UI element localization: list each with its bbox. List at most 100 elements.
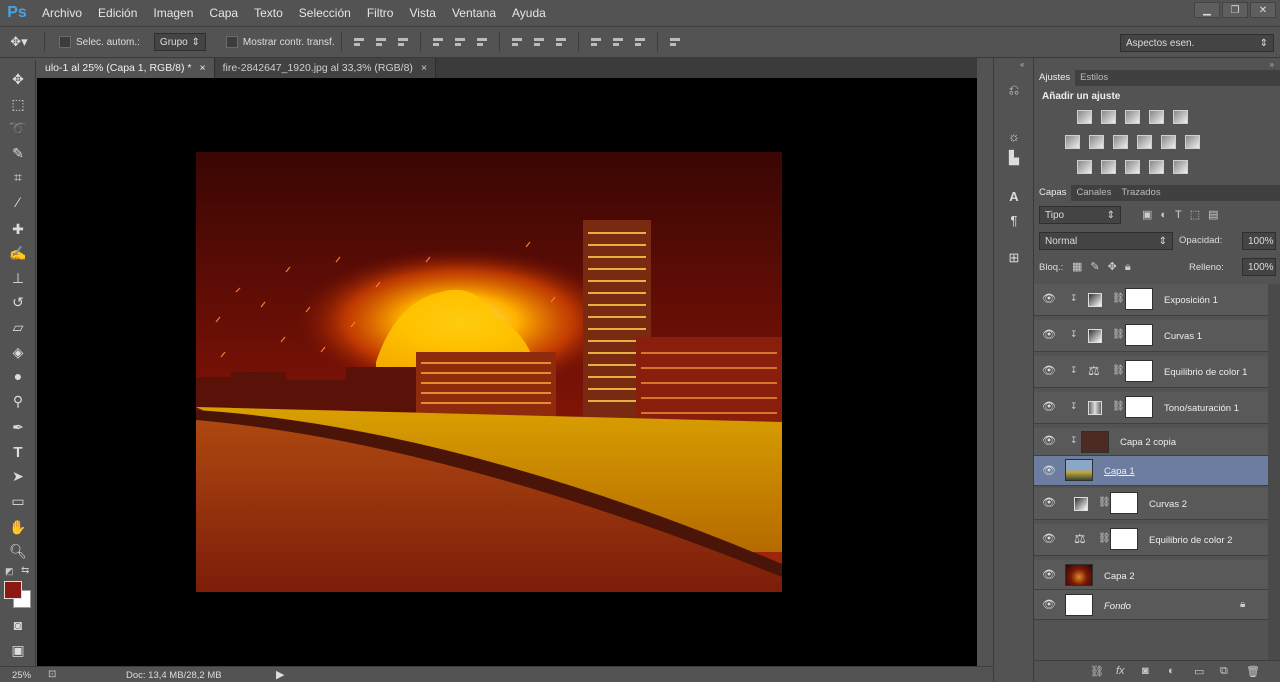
swap-colors-icon[interactable]: ⇆ — [21, 565, 29, 576]
new-adjustment-icon[interactable]: ◐ — [1168, 665, 1175, 677]
visibility-eye-icon[interactable]: 👁︎ — [1042, 366, 1056, 377]
auto-select-checkbox[interactable] — [59, 36, 71, 48]
layer-thumbnail[interactable] — [1065, 459, 1093, 481]
align-right-icon[interactable] — [475, 35, 489, 49]
history-brush-tool-icon[interactable]: ↺ — [6, 291, 30, 313]
layer-name[interactable]: Capa 2 — [1104, 571, 1135, 582]
photo-filter-icon[interactable] — [1137, 135, 1152, 149]
invert-icon[interactable] — [1077, 160, 1092, 174]
align-top-icon[interactable] — [352, 35, 366, 49]
selective-color-icon[interactable] — [1149, 160, 1164, 174]
zoom-level[interactable]: 25% — [12, 670, 31, 681]
menu-archivo[interactable]: Archivo — [34, 0, 90, 26]
dodge-tool-icon[interactable]: ⚲ — [6, 390, 30, 412]
color-lookup-icon[interactable] — [1185, 135, 1200, 149]
transform-controls-checkbox[interactable] — [225, 36, 238, 48]
channel-mixer-icon[interactable] — [1161, 135, 1176, 149]
layer-style-icon[interactable]: fx — [1116, 665, 1125, 677]
marquee-tool-icon[interactable]: ⬚ — [6, 93, 30, 115]
align-left-icon[interactable] — [431, 35, 445, 49]
paragraph-panel-icon[interactable]: ¶ — [1002, 210, 1026, 230]
tab-capas[interactable]: Capas — [1034, 185, 1072, 201]
layer-row[interactable]: 👁︎ ↧ ⛓︎ Exposición 1 — [1034, 284, 1268, 316]
tab-canales[interactable]: Canales — [1071, 185, 1116, 201]
link-chain-icon[interactable]: ⛓︎ — [1112, 293, 1125, 304]
zoom-tool-icon[interactable]: 🔍︎ — [6, 540, 30, 562]
pen-tool-icon[interactable]: ✒ — [6, 416, 30, 438]
healing-brush-tool-icon[interactable]: ✚ — [6, 218, 30, 240]
layer-mask-thumbnail[interactable] — [1125, 396, 1153, 418]
clone-stamp-tool-icon[interactable]: ⊥ — [6, 267, 30, 289]
posterize-icon[interactable] — [1101, 160, 1116, 174]
minimize-button[interactable]: ▁ — [1194, 2, 1220, 18]
tool-presets-panel-icon[interactable]: ⊞ — [1002, 248, 1026, 268]
layer-mask-thumbnail[interactable] — [1125, 288, 1153, 310]
eyedropper-tool-icon[interactable]: ⁄ — [6, 191, 30, 213]
brush-tool-icon[interactable]: ✍ — [6, 242, 30, 264]
workspace-dropdown[interactable]: Aspectos esen. ⇕ — [1120, 34, 1274, 52]
gradient-map-icon[interactable] — [1173, 160, 1188, 174]
layer-thumbnail[interactable] — [1065, 594, 1093, 616]
layer-row[interactable]: 👁︎ ↧ ⛓︎ Curvas 1 — [1034, 320, 1268, 352]
link-chain-icon[interactable]: ⛓︎ — [1098, 533, 1111, 544]
collapse-dock-icon[interactable]: « — [1020, 60, 1024, 69]
distribute-hcenter-icon[interactable] — [611, 35, 625, 49]
distribute-right-icon[interactable] — [633, 35, 647, 49]
align-vcenter-icon[interactable] — [374, 35, 388, 49]
black-white-icon[interactable] — [1113, 135, 1128, 149]
layer-row[interactable]: 👁︎ ⚖ ⛓︎ Equilibrio de color 2 — [1034, 524, 1268, 556]
move-tool-icon[interactable]: ✥ — [6, 68, 30, 90]
hue-saturation-icon[interactable] — [1065, 135, 1080, 149]
close-button[interactable]: ✕ — [1250, 2, 1276, 18]
crop-tool-icon[interactable]: ⌗ — [6, 166, 30, 188]
path-selection-tool-icon[interactable]: ➤ — [6, 465, 30, 487]
link-chain-icon[interactable]: ⛓︎ — [1098, 497, 1111, 508]
layer-name[interactable]: Equilibrio de color 2 — [1149, 535, 1232, 546]
align-hcenter-icon[interactable] — [453, 35, 467, 49]
visibility-eye-icon[interactable]: 👁︎ — [1042, 534, 1056, 545]
layer-mask-thumbnail[interactable] — [1110, 492, 1138, 514]
layer-row[interactable]: 👁︎ ↧ ⚖ ⛓︎ Equilibrio de color 1 — [1034, 356, 1268, 388]
shape-tool-icon[interactable]: ▭ — [6, 490, 30, 512]
restore-button[interactable]: ❐ — [1222, 2, 1248, 18]
layer-thumbnail[interactable] — [1081, 431, 1109, 453]
visibility-eye-icon[interactable]: 👁︎ — [1042, 402, 1056, 413]
distribute-bottom-icon[interactable] — [554, 35, 568, 49]
quick-mask-icon[interactable]: ◙ — [6, 614, 30, 636]
layers-scrollbar[interactable] — [1268, 284, 1280, 660]
vibrance-icon[interactable] — [1173, 110, 1188, 124]
visibility-eye-icon[interactable]: 👁︎ — [1042, 570, 1056, 581]
distribute-left-icon[interactable] — [589, 35, 603, 49]
layer-filter-icons[interactable]: ▣◐T⬚▤ — [1142, 208, 1227, 221]
adjustments-panel-icon[interactable]: ☼ — [1002, 126, 1026, 146]
link-chain-icon[interactable]: ⛓︎ — [1112, 365, 1125, 376]
layer-row[interactable]: 👁︎ ↧ ⛓︎ Tono/saturación 1 — [1034, 392, 1268, 424]
align-bottom-icon[interactable] — [396, 35, 410, 49]
hand-tool-icon[interactable]: ✋ — [6, 516, 30, 538]
curves-icon[interactable] — [1125, 110, 1140, 124]
tab-document-1[interactable]: ulo-1 al 25% (Capa 1, RGB/8) * × — [37, 58, 215, 78]
link-layers-icon[interactable]: ⛓︎ — [1090, 665, 1104, 678]
default-colors-icon[interactable]: ◩ — [5, 566, 14, 577]
color-balance-icon[interactable] — [1089, 135, 1104, 149]
brightness-contrast-icon[interactable] — [1077, 110, 1092, 124]
link-chain-icon[interactable]: ⛓︎ — [1112, 401, 1125, 412]
menu-ventana[interactable]: Ventana — [444, 0, 504, 26]
close-tab-icon[interactable]: × — [421, 58, 427, 78]
tab-document-2[interactable]: fire-2842647_1920.jpg al 33,3% (RGB/8) × — [214, 58, 437, 78]
menu-texto[interactable]: Texto — [246, 0, 291, 26]
visibility-eye-icon[interactable]: 👁︎ — [1042, 330, 1056, 341]
layer-mask-thumbnail[interactable] — [1125, 360, 1153, 382]
layer-thumbnail[interactable] — [1065, 564, 1093, 586]
blur-tool-icon[interactable]: ● — [6, 365, 30, 387]
layer-name[interactable]: Tono/saturación 1 — [1164, 403, 1239, 414]
layer-name[interactable]: Capa 1 — [1104, 466, 1135, 477]
type-tool-icon[interactable]: T — [6, 441, 30, 463]
distribute-top-icon[interactable] — [510, 35, 524, 49]
layer-mask-thumbnail[interactable] — [1125, 324, 1153, 346]
delete-layer-icon[interactable]: 🗑︎ — [1246, 665, 1260, 678]
menu-vista[interactable]: Vista — [401, 0, 443, 26]
visibility-eye-icon[interactable]: 👁︎ — [1042, 600, 1056, 611]
layer-row-selected[interactable]: 👁︎ Capa 1 — [1034, 456, 1268, 486]
layer-name[interactable]: Equilibrio de color 1 — [1164, 367, 1247, 378]
